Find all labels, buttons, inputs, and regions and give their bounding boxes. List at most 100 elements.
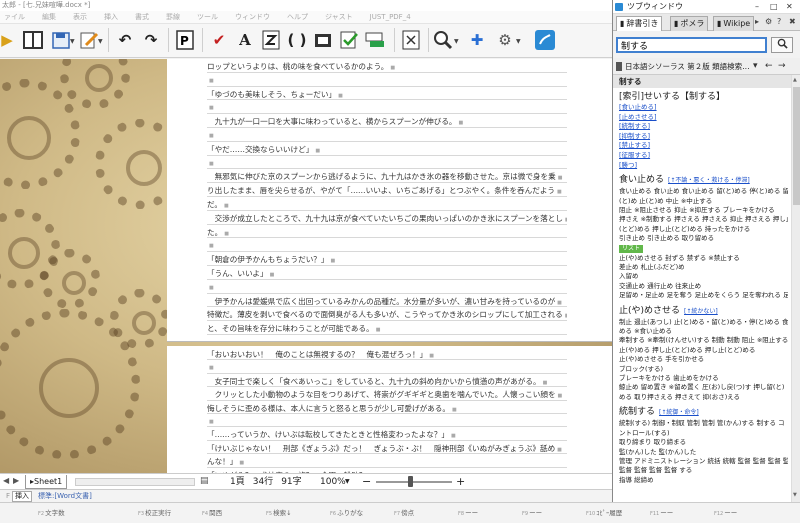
synonym-line[interactable]: 監督 監督 監督 監督 する	[619, 466, 788, 475]
text-line[interactable]: 交渉が成立したところで、九十九は京が食べていたいちごの果肉いっぱいのかき氷にスプ…	[207, 213, 567, 224]
scroll-thumb[interactable]	[793, 87, 800, 205]
synonym-line[interactable]: ブレーキをかける 歯止めをかける	[619, 374, 788, 383]
fkey-f6[interactable]: F6ふりがな	[292, 503, 363, 523]
menu-just[interactable]: ジャスト	[325, 11, 353, 23]
font-icon[interactable]: A	[232, 27, 258, 53]
search-icon[interactable]	[430, 27, 456, 53]
synonym-line[interactable]: 指導 総締め	[619, 476, 788, 485]
entry-link[interactable]: [抑制する]	[619, 132, 788, 142]
synonym-line[interactable]: 止(や)める 押し止(とど)める 押し止(とど)める	[619, 346, 788, 355]
section-sub-link[interactable]: [↑不論・悪く・救ける・停滞]	[668, 177, 750, 184]
text-line[interactable]: だ。 ■	[207, 199, 567, 210]
verify-icon[interactable]	[336, 27, 362, 53]
synonym-line[interactable]: 牽制する ※牽制(けんせい)する 制動 制動 阻止 ※阻止する 押さ	[619, 336, 788, 345]
text-line[interactable]: 「うん、いいよ」 ■	[207, 268, 567, 279]
ruler-icon[interactable]	[362, 27, 388, 53]
addin-icon[interactable]: ✚	[464, 27, 490, 53]
menu-tools[interactable]: ツール	[197, 11, 218, 23]
settings-icon[interactable]: ⚙	[765, 17, 772, 26]
document-page[interactable]: 「おいおいおい！ 俺のことは無視するの？ 俺も混ぜろっ！」 ■ ■ 女子同士で楽しく…	[167, 346, 612, 473]
text-line[interactable]: り出したまま、唇を尖らせるが、やがて「……いいよ、いちごあげる」とつぶやく。条件…	[207, 185, 567, 196]
fkey-f9[interactable]: F9ーー	[484, 503, 548, 523]
text-line[interactable]: た。 ■	[207, 227, 567, 238]
menu-ruled-line[interactable]: 罫線	[166, 11, 180, 23]
entry-link[interactable]: [食い止める]	[619, 103, 788, 113]
synonym-line[interactable]: 入留め	[619, 272, 788, 281]
maximize-icon[interactable]: □	[770, 0, 778, 14]
dictionary-icon[interactable]	[532, 27, 558, 53]
text-line[interactable]: ■	[207, 240, 567, 249]
text-line[interactable]: 伊予かんは愛媛県で広く出回っているみかんの品種だ。水分量が多いが、濃い甘みを持っ…	[207, 296, 567, 307]
synonym-line[interactable]: 食い止める 食い止め 食い止める 留(と)める 停(と)める 留	[619, 187, 788, 196]
text-line[interactable]: 女子同士で楽しく「食べあいっこ」をしていると、九十九の斜め向かいから憤懣の声があ…	[207, 376, 567, 387]
gear-icon[interactable]: ⚙	[492, 27, 518, 53]
scroll-down-icon[interactable]: ▼	[793, 492, 797, 498]
text-line[interactable]: 「やだ……交換ならいいけど」 ■	[207, 144, 567, 155]
book-dropdown-icon[interactable]: ▾	[753, 58, 758, 75]
pdf-icon[interactable]: P	[172, 27, 198, 53]
fkey-f3[interactable]: F3校正実行	[100, 503, 171, 523]
tab-next-icon[interactable]: ▸	[755, 17, 759, 26]
dictionary-book-selector[interactable]: 日本語シソーラス 第２版 類語検索… ▾ ← →	[613, 58, 800, 75]
text-line[interactable]: ■	[207, 158, 567, 167]
zoom-in-button[interactable]: +	[456, 474, 465, 489]
text-line[interactable]: ロップというよりは、桃の味を食べているかのよう。 ■	[207, 61, 567, 72]
menu-help[interactable]: ヘルプ	[287, 11, 308, 23]
text-line[interactable]: んな！」 ■	[207, 456, 567, 467]
entry-link[interactable]: [禁止する]	[619, 141, 788, 151]
search-dropdown-icon[interactable]: ▼	[454, 38, 459, 45]
text-line[interactable]: 「おいおいおい！ 俺のことは無視するの？ 俺も混ぜろっ！」 ■	[207, 349, 567, 360]
pin-icon[interactable]: ✖	[789, 17, 796, 26]
forward-icon[interactable]: →	[778, 58, 786, 75]
section-sub-link[interactable]: [↑統かない]	[684, 308, 718, 315]
tab-wikipedia[interactable]: ▮ Wikipe	[713, 16, 755, 31]
help-icon[interactable]: ?	[777, 17, 781, 26]
fkey-f10[interactable]: F10ｺﾋﾟｰ履歴	[548, 503, 622, 523]
scroll-up-icon[interactable]: ▲	[793, 77, 797, 83]
text-line[interactable]: 無邪気に伸びた京のスプーンから逃げるように、九十九はかき氷の器を移動させた。京は…	[207, 171, 567, 182]
paren-icon[interactable]: ( )	[284, 27, 310, 53]
tab-pomera[interactable]: ▮ ポメラ	[670, 16, 709, 31]
zoom-slider-track[interactable]	[376, 481, 452, 483]
synonym-line[interactable]: (とど)める 押し止(とど)める 持ったをかける	[619, 225, 788, 234]
menu-file[interactable]: ァイル	[4, 11, 25, 23]
text-line[interactable]: ■	[207, 130, 567, 139]
menu-format[interactable]: 書式	[135, 11, 149, 23]
chart-icon[interactable]	[310, 27, 336, 53]
synonym-line[interactable]: ブロック(する)	[619, 365, 788, 374]
panel-icon[interactable]	[20, 27, 46, 53]
prev-sheet-icon[interactable]: ◀	[3, 476, 9, 485]
sheet-tab[interactable]: ▸Sheet1	[25, 475, 68, 489]
text-line[interactable]: ■	[207, 102, 567, 111]
redo-icon[interactable]: ↷	[138, 27, 164, 53]
synonym-line[interactable]: 阻止 ※阻止させる 抑止 ※抑圧する ブレーキをかける	[619, 206, 788, 215]
insert-mode-indicator[interactable]: 挿入	[12, 491, 33, 502]
folder-icon[interactable]: ▶	[0, 27, 20, 53]
minimize-icon[interactable]: –	[755, 0, 759, 14]
close-icon[interactable]: ✕	[786, 0, 793, 14]
kanji-icon[interactable]	[258, 27, 284, 53]
text-line[interactable]: 「けいぶじゃない！ 刑部《ぎょうぶ》だっ！ ぎょうぶ・ぶ！ 隠神刑部《いぬがみぎ…	[207, 443, 567, 454]
synonym-line[interactable]: 取り締まり 取り締まる	[619, 438, 788, 447]
fkey-f2[interactable]: F2文字数	[0, 503, 100, 523]
back-icon[interactable]: ←	[765, 58, 773, 75]
synonym-line[interactable]: 引き止め 引き止める 取り留める	[619, 234, 788, 243]
view-mode-icon[interactable]: ▤	[200, 476, 209, 486]
text-line[interactable]: 「ゆづのも美味しそう、ちょーだい」 ■	[207, 89, 567, 100]
horizontal-scrollbar[interactable]	[75, 478, 195, 486]
synonym-line[interactable]: 押さえ ※制動する 押さえる 押さえる 抑止 押さえる 押し止	[619, 215, 788, 224]
gear-dropdown-icon[interactable]: ▼	[516, 38, 521, 45]
fkey-f4[interactable]: F4関西	[164, 503, 228, 523]
fkey-f11[interactable]: F11ーー	[612, 503, 676, 523]
synonym-line[interactable]: 統制(する) 制御・制馭 管制 管制 管(かん)する 制する コ	[619, 419, 788, 428]
text-line[interactable]: と、その旨味を存分に味わうことが可能である。 ■	[207, 323, 567, 334]
menu-window[interactable]: ウィンドウ	[235, 11, 270, 23]
style-indicator[interactable]: 標準:[Word文書]	[38, 490, 92, 502]
document-area[interactable]: ロップというよりは、桃の味を食べているかのよう。 ■ ■ 「ゆづのも美味しそう、ちょー…	[0, 59, 612, 473]
text-line[interactable]: ■	[207, 282, 567, 291]
dictionary-search-input[interactable]	[616, 37, 767, 53]
dictionary-content[interactable]: 制する [索引]せいする【制する】 [食い止める] [止めさせる] [統制する] [抑制…	[613, 75, 791, 502]
synonym-line[interactable]: 止(や)めさせる 封ずる 禁ずる ※禁止する	[619, 254, 788, 263]
zoom-out-button[interactable]: −	[362, 474, 371, 489]
check-icon[interactable]: ✔	[206, 27, 232, 53]
